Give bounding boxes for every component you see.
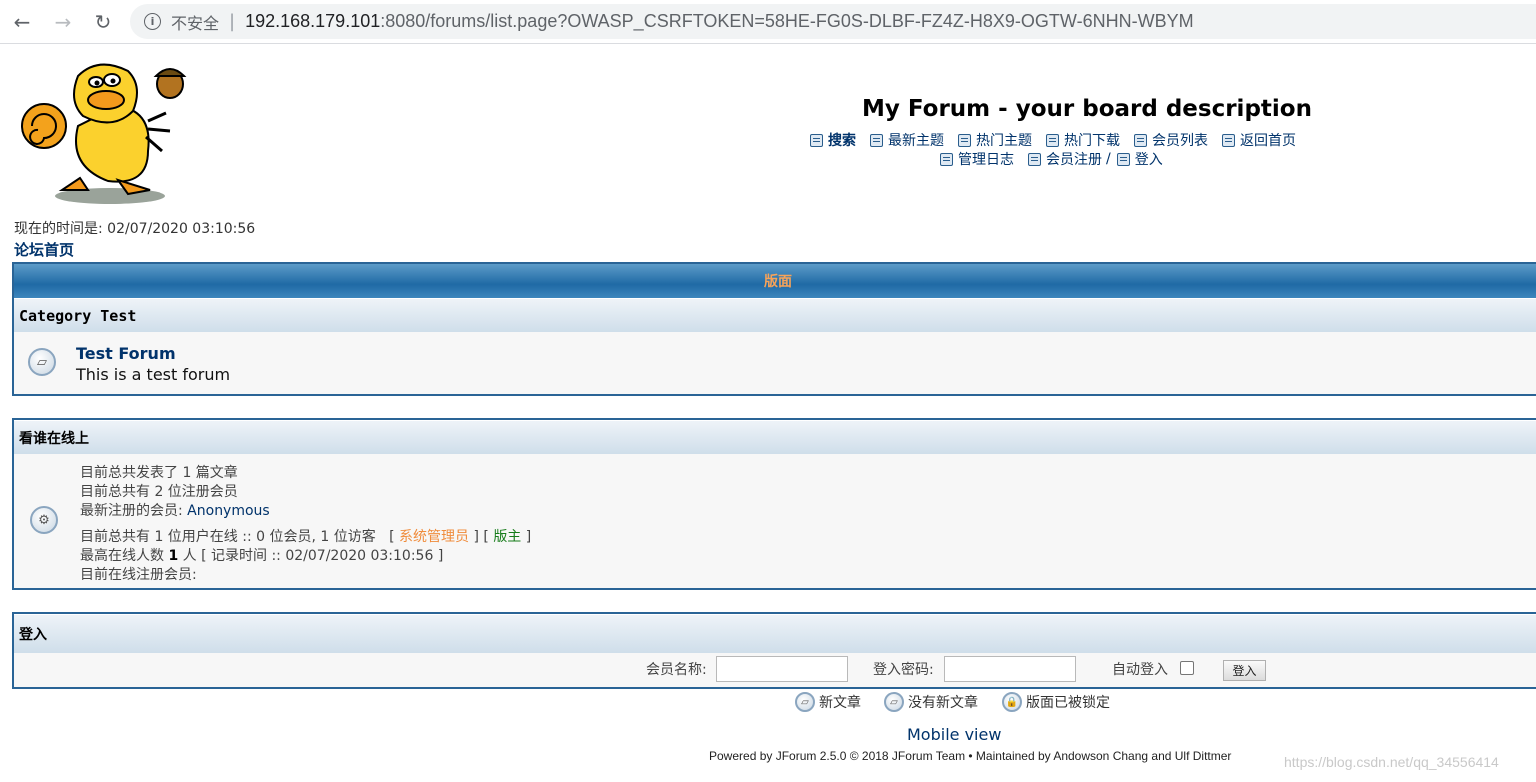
- forum-row: ▱ Test Forum This is a test forum: [14, 332, 1536, 394]
- info-icon[interactable]: i: [144, 13, 161, 30]
- legend-no-new-posts: ▱ 没有新文章: [884, 692, 978, 712]
- register-checkbox-icon: [1028, 152, 1041, 166]
- secondary-menu: 管理日志 会员注册 / 登入: [940, 149, 1177, 169]
- member-list-icon: [1134, 133, 1147, 147]
- home-icon: [1222, 133, 1235, 147]
- current-time: 现在的时间是: 02/07/2020 03:10:56: [14, 221, 256, 237]
- menu-search[interactable]: 搜索: [810, 130, 856, 150]
- newest-member: 最新注册的会员: Anonymous: [80, 500, 270, 520]
- menu-hot-downloads[interactable]: 热门下载: [1046, 130, 1120, 150]
- username-input[interactable]: [716, 656, 848, 682]
- registered-online: 目前在线注册会员:: [80, 567, 197, 583]
- jforum-logo[interactable]: [18, 56, 188, 206]
- online-users-icon: ⚙: [30, 506, 58, 534]
- menu-back-home[interactable]: 返回首页: [1222, 130, 1296, 150]
- insecure-label: 不安全: [171, 13, 220, 33]
- category-title[interactable]: Category Test: [14, 298, 1536, 332]
- moderation-log-icon: [940, 152, 953, 166]
- login-form-row: 会员名称: 登入密码: 自动登入 登入: [14, 653, 1536, 687]
- online-stats-row: ⚙ 目前总共发表了 1 篇文章 目前总共有 2 位注册会员 最新注册的会员: A…: [14, 454, 1536, 588]
- legend-new-posts: ▱ 新文章: [795, 692, 861, 712]
- csdn-watermark: https://blog.csdn.net/qq_34556414: [1284, 754, 1499, 770]
- legend-no-new-posts-label: 没有新文章: [908, 695, 978, 711]
- forums-panel: 版面 Category Test ▱ Test Forum This is a …: [12, 262, 1536, 396]
- legend-locked-label: 版面已被锁定: [1026, 695, 1110, 711]
- max-online-record: 人 [ 记录时间 :: 02/07/2020 03:10:56 ]: [178, 548, 444, 564]
- login-header: 登入: [14, 614, 1536, 653]
- forums-header: 版面: [14, 264, 1536, 298]
- auto-login-checkbox[interactable]: [1180, 661, 1194, 675]
- legend-new-posts-label: 新文章: [819, 695, 861, 711]
- online-header: 看谁在线上: [14, 420, 1536, 454]
- menu-recent-topics[interactable]: 最新主题: [870, 130, 944, 150]
- users-online-label: 目前总共有 1 位用户在线 :: 0 位会员, 1 位访客 [: [80, 529, 400, 545]
- menu-moderation-log[interactable]: 管理日志: [940, 149, 1014, 169]
- reload-icon[interactable]: ↻: [89, 8, 117, 36]
- lock-icon: 🔒: [1002, 692, 1022, 712]
- bracket-end: ]: [521, 529, 532, 545]
- total-members: 目前总共有 2 位注册会员: [80, 484, 238, 500]
- search-icon: [810, 133, 823, 147]
- bracket-separator: ] [: [469, 529, 494, 545]
- menu-hot-topics[interactable]: 热门主题: [958, 130, 1032, 150]
- address-separator: |: [229, 11, 236, 32]
- max-online-count: 1: [168, 548, 179, 564]
- username-label: 会员名称:: [646, 662, 707, 678]
- hot-downloads-icon: [1046, 133, 1059, 147]
- mobile-view-link[interactable]: Mobile view: [907, 725, 1001, 744]
- password-label: 登入密码:: [873, 662, 934, 678]
- newest-member-label: 最新注册的会员:: [80, 503, 188, 519]
- forward-arrow-icon[interactable]: →: [49, 8, 77, 36]
- browser-toolbar: ← → ↻ i 不安全 | 192.168.179.101 :8080/foru…: [0, 0, 1536, 44]
- legend-locked: 🔒 版面已被锁定: [1002, 692, 1110, 712]
- login-icon: [1116, 152, 1130, 166]
- users-online: 目前总共有 1 位用户在线 :: 0 位会员, 1 位访客 [ 系统管理员 ] …: [80, 526, 531, 546]
- menu-register[interactable]: 会员注册: [1028, 149, 1102, 169]
- powered-by-footer: Powered by JForum 2.5.0 © 2018 JForum Te…: [709, 749, 1232, 763]
- forum-home-link[interactable]: 论坛首页: [14, 239, 74, 260]
- address-bar[interactable]: i 不安全 | 192.168.179.101 :8080/forums/lis…: [130, 4, 1536, 39]
- menu-member-list[interactable]: 会员列表: [1134, 130, 1208, 150]
- new-posts-icon: ▱: [795, 692, 815, 712]
- online-panel: 看谁在线上 ⚙ 目前总共发表了 1 篇文章 目前总共有 2 位注册会员 最新注册…: [12, 418, 1536, 590]
- menu-login[interactable]: 登入: [1116, 149, 1163, 169]
- url-path: :8080/forums/list.page?OWASP_CSRFTOKEN=5…: [380, 11, 1194, 31]
- login-panel: 登入 会员名称: 登入密码: 自动登入 登入: [12, 612, 1536, 689]
- no-new-posts-icon: ▱: [884, 692, 904, 712]
- top-menu: 搜索 最新主题 热门主题 热门下载 会员列表 返回首页: [810, 130, 1310, 150]
- forum-description: This is a test forum: [76, 365, 231, 384]
- moderator-legend: 版主: [493, 529, 522, 545]
- login-button[interactable]: 登入: [1223, 660, 1266, 681]
- password-input[interactable]: [944, 656, 1076, 682]
- forum-folder-icon: ▱: [28, 348, 56, 376]
- max-online: 最高在线人数 1 人 [ 记录时间 :: 02/07/2020 03:10:56…: [80, 545, 443, 565]
- max-online-label: 最高在线人数: [80, 548, 169, 564]
- admin-legend: 系统管理员: [399, 529, 470, 545]
- newest-member-link[interactable]: Anonymous: [187, 503, 270, 519]
- total-posts: 目前总共发表了 1 篇文章: [80, 465, 238, 481]
- recent-topics-icon: [870, 133, 883, 147]
- menu-separator: /: [1106, 151, 1111, 167]
- auto-login-label: 自动登入: [1112, 662, 1168, 678]
- forum-name-link[interactable]: Test Forum: [76, 344, 176, 363]
- url-host: 192.168.179.101: [245, 11, 381, 31]
- hot-topics-icon: [958, 133, 971, 147]
- back-arrow-icon[interactable]: ←: [8, 8, 36, 36]
- forum-title: My Forum - your board description: [862, 96, 1312, 122]
